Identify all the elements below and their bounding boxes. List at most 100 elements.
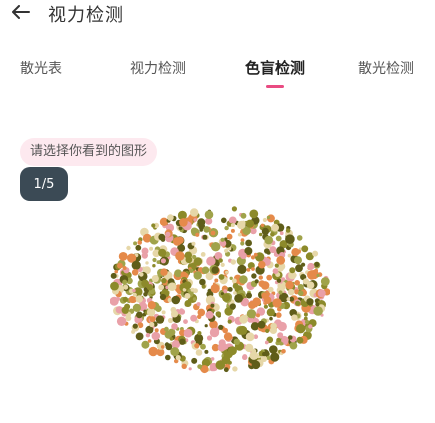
plate-dot	[272, 298, 282, 308]
plate-dot	[276, 312, 282, 318]
plate-dot	[233, 291, 237, 295]
plate-dot	[147, 339, 152, 343]
plate-dot	[143, 292, 148, 297]
plate-dot	[160, 258, 166, 264]
plate-dot	[253, 252, 258, 257]
plate-dot	[285, 234, 295, 244]
plate-dot	[204, 324, 208, 328]
app-header: 视力检测	[0, 0, 435, 30]
plate-dot	[269, 345, 278, 354]
plate-dot	[210, 230, 216, 236]
tab-astigmatism-chart[interactable]: 散光表	[20, 58, 62, 94]
plate-dot	[217, 343, 226, 352]
tab-color-blindness-test[interactable]: 色盲检测	[245, 57, 305, 93]
plate-dot	[206, 335, 213, 341]
plate-dot	[240, 212, 247, 219]
plate-dot	[122, 296, 129, 303]
plate-dot	[165, 231, 171, 237]
plate-dot	[276, 255, 286, 265]
plate-dot	[287, 288, 295, 296]
plate-dot	[258, 260, 266, 269]
plate-dot	[220, 237, 225, 242]
plate-dot	[297, 284, 304, 291]
plate-dot	[320, 277, 330, 286]
plate-dot	[229, 303, 236, 310]
plate-dot	[131, 329, 136, 334]
plate-dot	[315, 302, 320, 307]
plate-dot	[155, 315, 165, 324]
plate-dot	[145, 333, 151, 338]
plate-dot	[156, 260, 161, 264]
plate-dot	[230, 259, 236, 265]
plate-dot	[303, 316, 308, 321]
plate-dot	[181, 363, 187, 369]
plate-dot	[133, 241, 138, 246]
plate-dot	[158, 284, 165, 291]
back-button[interactable]	[8, 1, 34, 23]
plate-dot	[294, 256, 302, 265]
plate-dot	[160, 268, 168, 276]
plate-dot	[154, 328, 159, 333]
plate-dot	[189, 268, 194, 273]
plate-dot	[190, 314, 198, 322]
plate-dot	[132, 303, 141, 312]
active-tab-indicator	[266, 85, 284, 88]
plate-dot	[258, 275, 263, 280]
plate-dot	[270, 352, 280, 362]
plate-dot	[171, 295, 181, 305]
tab-astigmatism-test[interactable]: 散光检测	[358, 58, 414, 94]
plate-dot	[122, 266, 127, 270]
plate-dot	[260, 355, 268, 362]
plate-dot	[196, 302, 201, 307]
plate-dot	[223, 332, 233, 341]
plate-dot	[167, 282, 177, 291]
plate-dot	[240, 241, 245, 246]
plate-dot	[145, 261, 149, 265]
plate-dot	[225, 270, 229, 274]
plate-dot	[244, 343, 254, 353]
plate-dot	[183, 281, 192, 290]
plate-dot	[296, 336, 303, 343]
tab-label: 散光表	[20, 61, 62, 77]
plate-dot	[193, 271, 202, 280]
plate-dot	[122, 279, 128, 285]
plate-dot	[152, 257, 157, 263]
arrow-left-icon	[12, 5, 30, 19]
plate-dot	[151, 223, 156, 228]
plate-dot	[191, 241, 196, 246]
plate-dot	[277, 332, 284, 339]
plate-dot	[195, 232, 200, 237]
plate-dot	[265, 328, 270, 333]
plate-dot	[262, 351, 267, 357]
plate-dot	[242, 354, 248, 360]
tab-vision-test[interactable]: 视力检测	[130, 58, 186, 94]
plate-dot	[317, 289, 326, 298]
plate-dot	[203, 226, 210, 233]
plate-dot	[132, 288, 136, 293]
plate-dot	[197, 331, 202, 336]
plate-dot	[218, 274, 225, 280]
plate-dot	[159, 293, 167, 301]
plate-dot	[260, 281, 270, 290]
plate-dot	[158, 248, 167, 257]
plate-dot	[171, 323, 178, 330]
plate-dot	[266, 274, 273, 281]
plate-dot	[237, 232, 242, 237]
plate-dot	[232, 366, 238, 372]
plate-dot	[227, 319, 232, 324]
plate-dot	[151, 275, 159, 283]
tab-label: 色盲检测	[245, 59, 306, 77]
plate-dot	[237, 220, 246, 230]
plate-dot	[312, 250, 319, 257]
plate-dot	[170, 347, 180, 357]
plate-dot	[254, 279, 259, 284]
plate-dot	[301, 245, 309, 253]
plate-dot	[210, 283, 220, 294]
plate-dot	[279, 231, 284, 236]
plate-dot	[147, 301, 156, 310]
plate-dot	[245, 239, 253, 247]
plate-dot	[295, 300, 301, 306]
plate-dot	[224, 248, 229, 253]
plate-dot	[307, 262, 315, 271]
plate-dot	[183, 319, 188, 324]
